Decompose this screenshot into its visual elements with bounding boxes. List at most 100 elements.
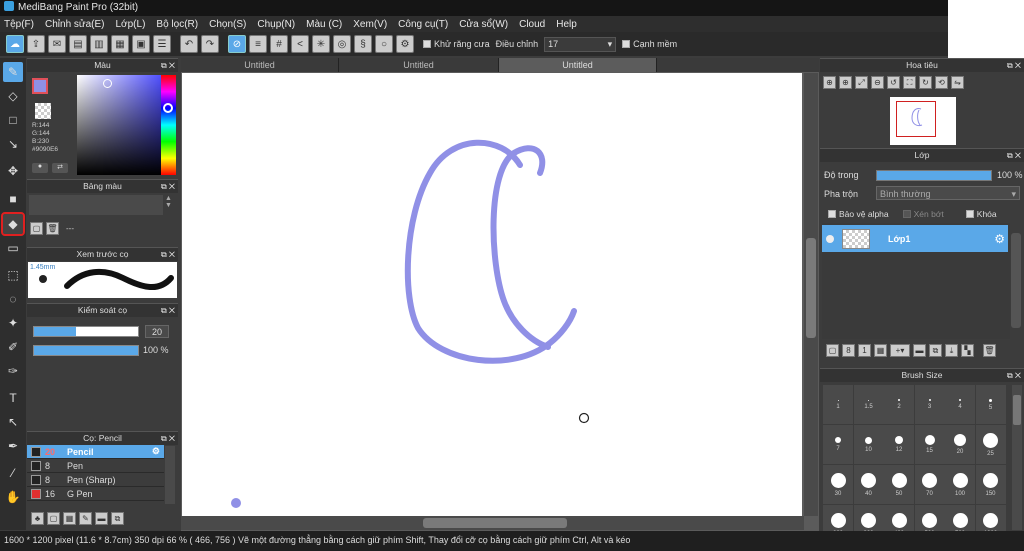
halftone-layer-icon[interactable]: ▦ <box>874 344 887 357</box>
close-icon[interactable]: ⧉ ✕ <box>1007 369 1021 382</box>
adjust-input[interactable]: 17 ▾ <box>544 36 617 52</box>
brush-size-cell[interactable]: 100 <box>945 465 975 504</box>
menu-help[interactable]: Help <box>556 19 577 30</box>
brush-size-cell[interactable]: 3 <box>914 385 945 424</box>
brush-size-cell[interactable]: 5 <box>975 385 1006 424</box>
new-layer-1bit-icon[interactable]: 1 <box>858 344 871 357</box>
lasso-tool-icon[interactable]: ◌ <box>3 289 23 309</box>
brush-tool-icon[interactable]: ✎ <box>3 62 23 82</box>
brush-size-cell[interactable]: 40 <box>853 465 884 504</box>
brush-size-cell[interactable]: 150 <box>975 465 1006 504</box>
bucket-tool-icon[interactable]: ◆ <box>1 212 25 236</box>
brush-size-cell[interactable]: 25 <box>975 425 1006 464</box>
zoom-fit-icon[interactable]: ⊕ <box>823 76 836 89</box>
gear-icon[interactable]: ⚙ <box>152 446 160 457</box>
zoom-in-icon[interactable]: ⊕ <box>839 76 852 89</box>
operation-tool-icon[interactable]: ↖ <box>3 412 23 432</box>
background-color-swatch[interactable] <box>35 103 51 119</box>
rotate-right-icon[interactable]: ↻ <box>919 76 932 89</box>
layer-settings-icon[interactable]: ▚ <box>961 344 974 357</box>
new-brush-icon[interactable]: ▢ <box>47 512 60 525</box>
antialias-checkbox[interactable] <box>423 40 431 48</box>
size-value[interactable]: 20 <box>145 325 169 338</box>
tab-untitled-1[interactable]: Untitled <box>181 58 339 72</box>
eraser-tool-icon[interactable]: ◇ <box>3 86 23 106</box>
brush-size-cell[interactable]: 1.5 <box>853 385 884 424</box>
brush-size-scrollbar[interactable] <box>1012 385 1022 530</box>
brush-size-cell[interactable]: 12 <box>884 425 914 464</box>
close-icon[interactable]: ⧉ ✕ <box>1007 149 1021 162</box>
close-icon[interactable]: ⧉ ✕ <box>161 248 175 261</box>
select-tool-icon[interactable]: ⬚ <box>3 265 23 285</box>
zoom-out-icon[interactable]: ⊖ <box>871 76 884 89</box>
close-icon[interactable]: ⧉ ✕ <box>1007 59 1021 72</box>
cross-snap-icon[interactable]: # <box>270 35 288 53</box>
snap-settings-icon[interactable]: ⚙ <box>396 35 414 53</box>
brush-size-cell[interactable]: 4 <box>945 385 975 424</box>
blend-mode-select[interactable]: Bình thường ▾ <box>876 186 1020 200</box>
layer-item[interactable]: Lớp1 ⚙ <box>822 225 1008 252</box>
add-brush-icon[interactable]: ♣ <box>31 512 44 525</box>
menu-view[interactable]: Xem(V) <box>353 19 387 30</box>
merge-down-icon[interactable]: ⤓ <box>945 344 958 357</box>
circle-snap-icon[interactable]: ◎ <box>333 35 351 53</box>
tab-untitled-3[interactable]: Untitled <box>499 58 657 72</box>
copy-layer-icon[interactable]: ⧉ <box>929 344 942 357</box>
drawing-canvas[interactable] <box>182 73 802 516</box>
foreground-color-swatch[interactable] <box>32 78 48 94</box>
menu-select[interactable]: Chọn(S) <box>209 19 246 30</box>
document-icon[interactable]: ▤ <box>69 35 87 53</box>
palette-area[interactable] <box>29 195 163 215</box>
menu-cloud[interactable]: Cloud <box>519 19 545 30</box>
fullscreen-icon[interactable]: ⛶ <box>903 76 916 89</box>
brush-item-pencil[interactable]: 20 Pencil ⚙ <box>27 445 164 459</box>
copy-brush-icon[interactable]: ▦ <box>63 512 76 525</box>
gear-icon[interactable]: ⚙ <box>994 232 1005 246</box>
brush-item-pen-sharp[interactable]: 8 Pen (Sharp) <box>27 473 164 487</box>
brush-size-cell[interactable]: 2 <box>884 385 914 424</box>
share-icon[interactable]: ⇪ <box>27 35 45 53</box>
menu-filter[interactable]: Bộ lọc(R) <box>156 19 198 30</box>
lock-checkbox[interactable] <box>965 210 974 218</box>
brush-size-cell[interactable]: 50 <box>884 465 914 504</box>
brush-list-scrollbar[interactable] <box>165 446 175 504</box>
folder-icon[interactable]: ▬ <box>913 344 926 357</box>
menu-window[interactable]: Cửa sổ(W) <box>459 19 508 30</box>
close-icon[interactable]: ⧉ ✕ <box>161 304 175 317</box>
swap-icon[interactable]: ⇄ <box>52 163 68 173</box>
new-page-icon[interactable]: ▢ <box>30 222 43 235</box>
new-layer-8bit-icon[interactable]: 8 <box>842 344 855 357</box>
brush-size-cell[interactable]: 30 <box>823 465 853 504</box>
brush-size-cell[interactable]: 20 <box>945 425 975 464</box>
eyedropper-icon[interactable]: ⁄ <box>3 463 23 483</box>
menu-edit[interactable]: Chỉnh sửa(E) <box>45 19 105 30</box>
dot-tool-icon[interactable]: □ <box>3 110 23 130</box>
opacity-slider[interactable] <box>33 345 139 356</box>
flip-icon[interactable]: ⇋ <box>951 76 964 89</box>
edge-checkbox[interactable] <box>622 40 631 48</box>
panel-icon[interactable]: ▣ <box>132 35 150 53</box>
hue-slider[interactable] <box>161 75 176 175</box>
menu-tools[interactable]: Công cụ(T) <box>398 19 448 30</box>
vertical-scrollbar[interactable] <box>804 73 818 516</box>
clip-checkbox[interactable] <box>902 210 911 218</box>
eyedropper-small-icon[interactable]: ● <box>32 163 48 173</box>
close-icon[interactable]: ⧉ ✕ <box>161 180 175 193</box>
hand-tool-icon[interactable]: ✋ <box>3 487 23 507</box>
text-tool-icon[interactable]: T <box>3 388 23 408</box>
tab-untitled-2[interactable]: Untitled <box>339 58 499 72</box>
curve-snap-icon[interactable]: § <box>354 35 372 53</box>
close-icon[interactable]: ⧉ ✕ <box>161 432 175 445</box>
select-eraser-icon[interactable]: ✑ <box>3 361 23 381</box>
redo-icon[interactable]: ↷ <box>201 35 219 53</box>
layer-opacity-slider[interactable] <box>876 170 992 181</box>
cloud-icon[interactable]: ☁ <box>6 35 24 53</box>
menu-color[interactable]: Màu (C) <box>306 19 342 30</box>
horizontal-scrollbar[interactable] <box>181 516 804 530</box>
trash-icon[interactable]: 🗑 <box>983 344 996 357</box>
grid-icon[interactable]: ▦ <box>111 35 129 53</box>
edit-brush-icon[interactable]: ✎ <box>79 512 92 525</box>
divide-tool-icon[interactable]: ✒ <box>3 436 23 456</box>
brush-size-cell[interactable]: 7 <box>823 425 853 464</box>
protect-alpha-checkbox[interactable] <box>828 210 836 218</box>
